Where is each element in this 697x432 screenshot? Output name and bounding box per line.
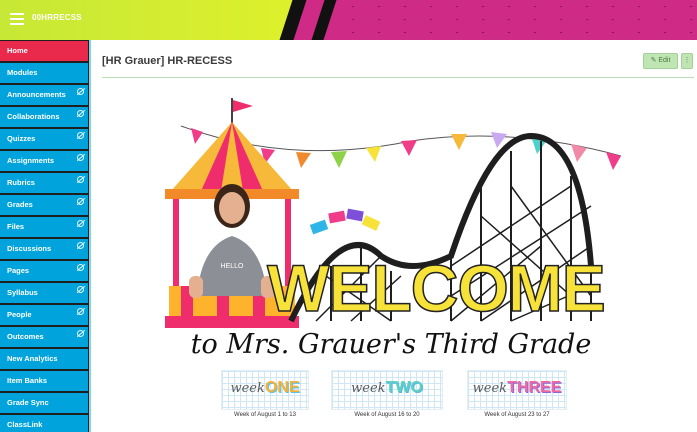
sidebar-item-label: Files xyxy=(7,222,25,231)
page-title: [HR Grauer] HR-RECESS xyxy=(102,55,233,67)
sidebar-item-announcements[interactable]: Announcements xyxy=(0,84,89,106)
sidebar-item-discussions[interactable]: Discussions xyxy=(0,238,89,260)
week-prefix: week xyxy=(230,381,265,396)
sidebar-item-item-banks[interactable]: Item Banks xyxy=(0,370,89,392)
sidebar-item-files[interactable]: Files xyxy=(0,216,89,238)
sidebar-item-pages[interactable]: Pages xyxy=(0,260,89,282)
sidebar-item-outcomes[interactable]: Outcomes xyxy=(0,326,89,348)
sidebar-item-label: Rubrics xyxy=(7,178,35,187)
svg-text:HELLO: HELLO xyxy=(221,263,245,270)
sidebar-item-label: Collaborations xyxy=(7,112,60,121)
week-dates: Week of August 16 to 20 xyxy=(354,412,420,418)
week-title: weekONE xyxy=(222,379,308,397)
welcome-banner-graphic: HELLO WELCOME to Mrs. Grauer's Third Gra… xyxy=(165,98,622,356)
sidebar-item-syllabus[interactable]: Syllabus xyxy=(0,282,89,304)
hidden-from-students-icon xyxy=(77,176,84,183)
sidebar-item-label: Announcements xyxy=(7,90,66,99)
sidebar-item-classlink[interactable]: ClassLink xyxy=(0,414,89,432)
sidebar-item-home[interactable]: Home xyxy=(0,40,89,62)
week-number: THREE xyxy=(507,379,562,396)
sidebar-item-label: Item Banks xyxy=(7,376,48,385)
hidden-from-students-icon xyxy=(77,132,84,139)
course-header: 00HRRECSS xyxy=(0,0,697,40)
week-prefix: week xyxy=(472,381,508,396)
week-title: weekTHREE xyxy=(468,379,566,397)
sidebar-item-label: Assignments xyxy=(7,156,55,165)
hidden-from-students-icon xyxy=(77,264,84,271)
sidebar-item-quizzes[interactable]: Quizzes xyxy=(0,128,89,150)
hidden-from-students-icon xyxy=(77,330,84,337)
sidebar-item-label: Discussions xyxy=(7,244,52,253)
sidebar-item-label: People xyxy=(7,310,32,319)
app-window: 00HRRECSS Home Modules Announcements Collab… xyxy=(0,0,697,432)
week-title: weekTWO xyxy=(332,379,442,397)
welcome-banner-image: HELLO WELCOME to Mrs. Grauer's Third Gra… xyxy=(151,96,631,356)
sidebar-item-people[interactable]: People xyxy=(0,304,89,326)
course-code[interactable]: 00HRRECSS xyxy=(32,13,82,22)
sidebar-item-label: Outcomes xyxy=(7,332,44,341)
hamburger-icon[interactable] xyxy=(10,13,24,25)
week-1-link[interactable]: weekONE xyxy=(221,370,309,410)
hidden-from-students-icon xyxy=(77,110,84,117)
week-3-link[interactable]: weekTHREE xyxy=(467,370,567,410)
sidebar-item-label: ClassLink xyxy=(7,420,43,429)
welcome-text: WELCOME xyxy=(267,251,605,325)
week-number: TWO xyxy=(385,379,423,396)
header-dot-pattern xyxy=(340,0,697,40)
week-dates: Week of August 1 to 13 xyxy=(234,412,296,418)
sidebar-item-rubrics[interactable]: Rubrics xyxy=(0,172,89,194)
more-options-button[interactable]: ⋮ xyxy=(681,53,693,69)
sidebar-item-assignments[interactable]: Assignments xyxy=(0,150,89,172)
sidebar-item-label: Pages xyxy=(7,266,30,275)
sidebar-item-label: Grades xyxy=(7,200,33,209)
sidebar-item-new-analytics[interactable]: New Analytics xyxy=(0,348,89,370)
hidden-from-students-icon xyxy=(77,220,84,227)
coaster-cars xyxy=(309,208,381,235)
teacher-photo: HELLO xyxy=(189,184,275,298)
week-number: ONE xyxy=(264,379,300,396)
edit-button[interactable]: ✎ Edit xyxy=(643,53,678,69)
sidebar-item-collaborations[interactable]: Collaborations xyxy=(0,106,89,128)
sidebar-item-label: New Analytics xyxy=(7,354,58,363)
sidebar-item-label: Grade Sync xyxy=(7,398,49,407)
sidebar-item-modules[interactable]: Modules xyxy=(0,62,89,84)
hidden-from-students-icon xyxy=(77,286,84,293)
week-prefix: week xyxy=(351,381,386,396)
sidebar-item-grade-sync[interactable]: Grade Sync xyxy=(0,392,89,414)
hidden-from-students-icon xyxy=(77,242,84,249)
course-navigation: Home Modules Announcements Collaborations Qu… xyxy=(0,40,91,432)
week-2-link[interactable]: weekTWO xyxy=(331,370,443,410)
week-dates: Week of August 23 to 27 xyxy=(484,412,550,418)
sidebar-item-label: Modules xyxy=(7,68,38,77)
hidden-from-students-icon xyxy=(77,154,84,161)
banner-subtitle: to Mrs. Grauer's Third Grade xyxy=(191,329,592,356)
sidebar-item-label: Quizzes xyxy=(7,134,36,143)
sidebar-item-label: Syllabus xyxy=(7,288,38,297)
title-divider xyxy=(102,77,694,78)
sidebar-item-grades[interactable]: Grades xyxy=(0,194,89,216)
hidden-from-students-icon xyxy=(77,88,84,95)
sidebar-item-label: Home xyxy=(7,46,28,55)
main-content: [HR Grauer] HR-RECESS ✎ Edit ⋮ HELLO WEL… xyxy=(91,40,697,432)
hidden-from-students-icon xyxy=(77,198,84,205)
hidden-from-students-icon xyxy=(77,308,84,315)
